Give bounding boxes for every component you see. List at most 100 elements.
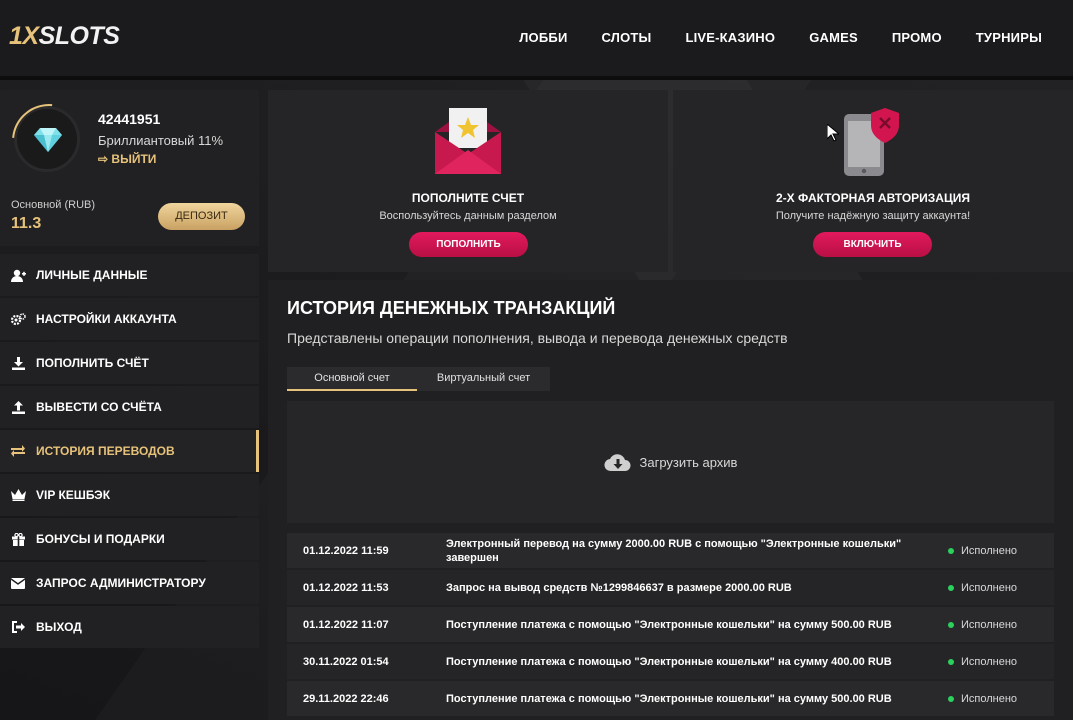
page-title: ИСТОРИЯ ДЕНЕЖНЫХ ТРАНЗАКЦИЙ <box>287 298 616 318</box>
transactions-panel: ИСТОРИЯ ДЕНЕЖНЫХ ТРАНЗАКЦИЙ Представлены… <box>268 280 1073 720</box>
diamond-icon <box>34 128 62 152</box>
upload-icon <box>10 399 26 415</box>
sidebar-item-withdraw[interactable]: ВЫВЕСТИ СО СЧЁТА <box>0 386 259 428</box>
page-description: Представлены операции пополнения, вывода… <box>287 330 788 346</box>
tx-status: Исполнено <box>948 693 1017 705</box>
sidebar-item-admin-request[interactable]: ЗАПРОС АДМИНИСТРАТОРУ <box>0 562 259 604</box>
tx-status: Исполнено <box>948 619 1017 631</box>
tx-date: 01.12.2022 11:59 <box>303 544 389 557</box>
transfer-icon <box>10 443 26 459</box>
status-dot-icon <box>948 658 954 665</box>
phone-shield-icon <box>844 108 899 176</box>
deposit-card-title: ПОПОЛНИТЕ СЧЕТ <box>411 191 525 205</box>
table-row: 29.11.2022 22:46 Поступление платежа с п… <box>287 681 1054 716</box>
tx-status-label: Исполнено <box>961 618 1018 631</box>
gears-icon <box>10 311 26 327</box>
sidebar-item-exit[interactable]: ВЫХОД <box>0 606 259 648</box>
user-icon <box>10 267 26 283</box>
nav-lobby[interactable]: ЛОББИ <box>519 30 567 45</box>
sidebar-item-label: ЗАПРОС АДМИНИСТРАТОРУ <box>36 576 206 590</box>
twofa-card-title: 2-Х ФАКТОРНАЯ АВТОРИЗАЦИЯ <box>776 191 970 205</box>
avatar <box>14 106 80 172</box>
envelope-icon <box>10 575 26 591</box>
enable-2fa-button[interactable]: ВКЛЮЧИТЬ <box>813 232 932 257</box>
tx-date: 01.12.2022 11:07 <box>303 618 389 631</box>
status-dot-icon <box>948 547 954 554</box>
nav-games[interactable]: GAMES <box>809 30 858 45</box>
table-row: 30.11.2022 01:54 Поступление платежа с п… <box>287 644 1054 679</box>
upload-archive-label: Загрузить архив <box>639 454 738 470</box>
tx-status: Исполнено <box>948 582 1017 594</box>
tx-description: Поступление платежа с помощью "Электронн… <box>446 618 892 631</box>
two-factor-promo-card: 2-Х ФАКТОРНАЯ АВТОРИЗАЦИЯ Получите надёж… <box>673 90 1073 272</box>
crown-icon <box>10 487 26 503</box>
table-row: 01.12.2022 11:07 Поступление платежа с п… <box>287 607 1054 642</box>
tx-status: Исполнено <box>948 656 1017 668</box>
sidebar-item-personal-data[interactable]: ЛИЧНЫЕ ДАННЫЕ <box>0 254 259 296</box>
status-dot-icon <box>948 621 954 628</box>
sidebar-menu: ЛИЧНЫЕ ДАННЫЕ НАСТРОЙКИ АККАУНТА ПОПОЛНИ… <box>0 254 259 650</box>
exit-icon <box>10 619 26 635</box>
status-dot-icon <box>948 695 954 702</box>
cloud-download-icon <box>603 454 631 472</box>
logout-label: ВЫЙТИ <box>111 152 157 166</box>
status-dot-icon <box>948 584 954 591</box>
table-row: 01.12.2022 11:59 Электронный перевод на … <box>287 533 1054 568</box>
deposit-card-subtitle: Воспользуйтесь данным разделом <box>379 210 557 222</box>
tx-date: 29.11.2022 22:46 <box>303 692 389 705</box>
sidebar-item-label: ВЫХОД <box>36 620 82 634</box>
tx-status-label: Исполнено <box>961 692 1018 705</box>
tx-description: Поступление платежа с помощью "Электронн… <box>446 692 892 705</box>
sidebar-item-label: НАСТРОЙКИ АККАУНТА <box>36 312 177 326</box>
balance-value: 11.3 <box>11 215 42 232</box>
upload-archive-button[interactable]: Загрузить архив <box>287 401 1054 523</box>
profile-card: 42441951 Бриллиантовый 11% ⇨ ВЫЙТИ Основ… <box>0 90 259 246</box>
logout-icon: ⇨ <box>98 152 109 166</box>
vip-level: Бриллиантовый 11% <box>98 133 224 148</box>
logo-text: SLOTS <box>38 22 120 50</box>
sidebar-item-deposit[interactable]: ПОПОЛНИТЬ СЧЁТ <box>0 342 259 384</box>
table-row: 01.12.2022 11:53 Запрос на вывод средств… <box>287 570 1054 605</box>
envelope-star-icon <box>435 108 501 174</box>
gift-icon <box>10 531 26 547</box>
tx-description: Запрос на вывод средств №1299846637 в ра… <box>446 581 792 594</box>
user-id: 42441951 <box>98 111 161 127</box>
sidebar-item-vip-cashback[interactable]: VIP КЕШБЭК <box>0 474 259 516</box>
tab-virtual-account[interactable]: Виртуальный счет <box>417 367 550 391</box>
tx-description: Электронный перевод на сумму 2000.00 RUB… <box>446 537 902 564</box>
sidebar-item-transfer-history[interactable]: ИСТОРИЯ ПЕРЕВОДОВ <box>0 430 259 472</box>
mouse-cursor-icon <box>827 124 839 142</box>
deposit-button[interactable]: ДЕПОЗИТ <box>158 203 245 230</box>
twofa-card-subtitle: Получите надёжную защиту аккаунта! <box>775 210 971 222</box>
tx-status-label: Исполнено <box>961 544 1018 557</box>
top-header: 1XSLOTS ЛОББИ СЛОТЫ LIVE-КАЗИНО GAMES ПР… <box>0 0 1073 80</box>
sidebar-item-account-settings[interactable]: НАСТРОЙКИ АККАУНТА <box>0 298 259 340</box>
main-nav: ЛОББИ СЛОТЫ LIVE-КАЗИНО GAMES ПРОМО ТУРН… <box>485 30 1042 45</box>
nav-live-casino[interactable]: LIVE-КАЗИНО <box>685 30 775 45</box>
balance-label: Основной (RUB) <box>11 199 96 211</box>
tx-date: 01.12.2022 11:53 <box>303 581 389 594</box>
top-up-button[interactable]: ПОПОЛНИТЬ <box>409 232 528 257</box>
logo[interactable]: 1XSLOTS <box>9 22 120 51</box>
tx-date: 30.11.2022 01:54 <box>303 655 389 668</box>
sidebar-item-bonuses[interactable]: БОНУСЫ И ПОДАРКИ <box>0 518 259 560</box>
sidebar-item-label: VIP КЕШБЭК <box>36 488 111 502</box>
deposit-promo-card: ПОПОЛНИТЕ СЧЕТ Воспользуйтесь данным раз… <box>268 90 668 272</box>
sidebar-item-label: ИСТОРИЯ ПЕРЕВОДОВ <box>36 444 175 458</box>
transactions-list: 01.12.2022 11:59 Электронный перевод на … <box>287 533 1054 718</box>
nav-slots[interactable]: СЛОТЫ <box>601 30 651 45</box>
account-tabs: Основной счет Виртуальный счет <box>287 367 550 391</box>
sidebar-item-label: БОНУСЫ И ПОДАРКИ <box>36 532 165 546</box>
tx-status: Исполнено <box>948 545 1017 557</box>
nav-promo[interactable]: ПРОМО <box>892 30 942 45</box>
tx-status-label: Исполнено <box>961 581 1018 594</box>
tx-description: Поступление платежа с помощью "Электронн… <box>446 655 892 668</box>
tab-main-account[interactable]: Основной счет <box>287 367 417 391</box>
logout-link[interactable]: ⇨ ВЫЙТИ <box>98 152 156 166</box>
sidebar-item-label: ВЫВЕСТИ СО СЧЁТА <box>36 400 162 414</box>
logo-accent: 1X <box>9 22 39 50</box>
download-icon <box>10 355 26 371</box>
sidebar-item-label: ЛИЧНЫЕ ДАННЫЕ <box>36 268 148 282</box>
nav-tournaments[interactable]: ТУРНИРЫ <box>976 30 1042 45</box>
sidebar-item-label: ПОПОЛНИТЬ СЧЁТ <box>36 356 149 370</box>
